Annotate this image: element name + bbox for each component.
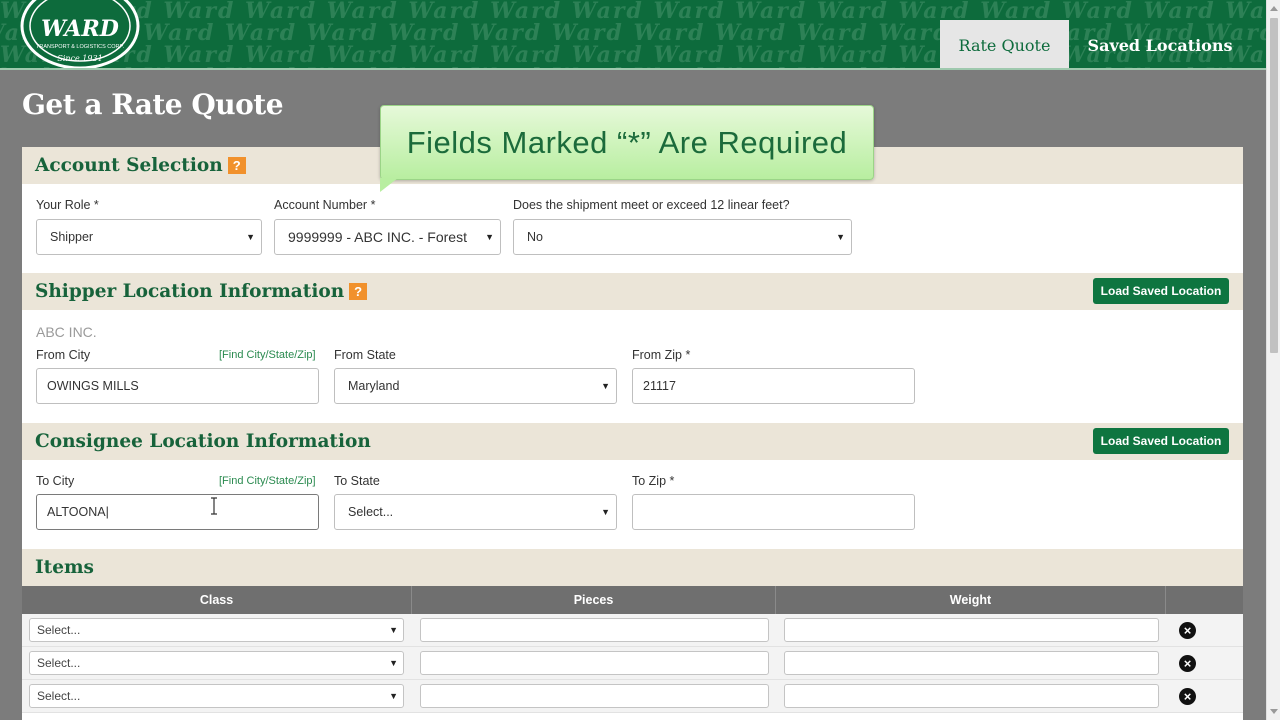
items-header: Items bbox=[22, 549, 1243, 586]
from-city-input[interactable]: OWINGS MILLS bbox=[36, 368, 319, 404]
weight-input[interactable] bbox=[784, 684, 1159, 708]
header-pattern-line: Ward Ward Ward Ward Ward Ward Ward Ward … bbox=[0, 42, 1266, 68]
weight-input[interactable] bbox=[784, 618, 1159, 642]
site-header: Ward Ward Ward Ward Ward Ward Ward Ward … bbox=[0, 0, 1266, 70]
shipper-location-title: Shipper Location Information ? bbox=[35, 281, 368, 302]
consignee-location-header: Consignee Location Information Load Save… bbox=[22, 423, 1243, 460]
weight-input[interactable] bbox=[784, 651, 1159, 675]
shipper-load-saved-location-button[interactable]: Load Saved Location bbox=[1093, 278, 1229, 304]
from-state-value: Maryland bbox=[348, 379, 400, 393]
rate-quote-form: Account Selection ? Your Role * Shipper … bbox=[22, 147, 1243, 720]
role-select[interactable]: Shipper ▼ bbox=[36, 219, 262, 255]
column-header-class: Class bbox=[22, 586, 412, 614]
table-row: Select... ▼ × bbox=[22, 614, 1243, 647]
tab-saved-locations[interactable]: Saved Locations bbox=[1080, 20, 1240, 70]
account-number-value: 9999999 - ABC INC. - Forest bbox=[288, 229, 467, 245]
caret-down-icon: ▼ bbox=[485, 232, 494, 242]
from-zip-label: From Zip * bbox=[632, 348, 691, 362]
pieces-input[interactable] bbox=[420, 684, 769, 708]
class-value: Select... bbox=[37, 623, 81, 637]
to-zip-input[interactable] bbox=[632, 494, 915, 530]
help-icon[interactable]: ? bbox=[349, 283, 368, 300]
column-header-pieces: Pieces bbox=[412, 586, 776, 614]
text-cursor-icon bbox=[211, 497, 217, 515]
to-city-input[interactable]: ALTOONA| bbox=[36, 494, 319, 530]
class-select[interactable]: Select... ▼ bbox=[29, 684, 404, 708]
linear-feet-value: No bbox=[527, 230, 543, 244]
account-number-label: Account Number * bbox=[274, 198, 376, 212]
logo-name: WARD bbox=[41, 16, 119, 42]
consignee-find-city-link[interactable]: [Find City/State/Zip] bbox=[219, 475, 316, 487]
to-state-label: To State bbox=[334, 474, 380, 488]
header-pattern-line: Ward Ward Ward Ward Ward Ward Ward Ward … bbox=[0, 20, 1266, 46]
shipper-company-name: ABC INC. bbox=[36, 324, 97, 340]
account-selection-title: Account Selection ? bbox=[35, 155, 246, 176]
scroll-thumb[interactable] bbox=[1270, 18, 1278, 353]
scroll-up-arrow-icon[interactable] bbox=[1270, 6, 1278, 11]
page-title: Get a Rate Quote bbox=[22, 88, 284, 121]
consignee-load-saved-location-button[interactable]: Load Saved Location bbox=[1093, 428, 1229, 454]
role-label: Your Role * bbox=[36, 198, 99, 212]
page-scrollbar[interactable] bbox=[1266, 0, 1280, 720]
required-fields-tooltip: Fields Marked “*” Are Required bbox=[380, 105, 874, 180]
table-row: Select... ▼ × bbox=[22, 680, 1243, 713]
section-title-text: Items bbox=[35, 557, 94, 578]
header-pattern: Ward Ward Ward Ward Ward Ward Ward Ward … bbox=[0, 0, 1266, 70]
section-title-text: Account Selection bbox=[35, 155, 223, 176]
role-value: Shipper bbox=[50, 230, 94, 244]
table-row: Select... ▼ × bbox=[22, 647, 1243, 680]
to-city-value: ALTOONA| bbox=[47, 505, 109, 519]
to-city-label: To City bbox=[36, 474, 75, 488]
section-title-text: Consignee Location Information bbox=[35, 431, 371, 452]
to-state-value: Select... bbox=[348, 505, 394, 519]
to-state-select[interactable]: Select... ▼ bbox=[334, 494, 617, 530]
linear-feet-select[interactable]: No ▼ bbox=[513, 219, 852, 255]
help-icon[interactable]: ? bbox=[227, 157, 246, 174]
class-value: Select... bbox=[37, 689, 81, 703]
header-divider bbox=[0, 68, 1266, 70]
class-select[interactable]: Select... ▼ bbox=[29, 618, 404, 642]
caret-down-icon: ▼ bbox=[836, 232, 845, 242]
ward-logo[interactable]: WARD TRANSPORT & LOGISTICS CORP. Since 1… bbox=[20, 0, 140, 70]
tooltip-pointer bbox=[380, 178, 398, 192]
scroll-down-arrow-icon[interactable] bbox=[1270, 709, 1278, 714]
pieces-input[interactable] bbox=[420, 618, 769, 642]
shipper-find-city-link[interactable]: [Find City/State/Zip] bbox=[219, 349, 316, 361]
remove-circle-icon[interactable]: × bbox=[1179, 655, 1196, 672]
caret-down-icon: ▼ bbox=[246, 232, 255, 242]
linear-feet-label: Does the shipment meet or exceed 12 line… bbox=[513, 198, 790, 212]
items-table-header: Class Pieces Weight bbox=[22, 586, 1243, 614]
shipper-location-header: Shipper Location Information ? Load Save… bbox=[22, 273, 1243, 310]
header-pattern-line: Ward Ward Ward Ward Ward Ward Ward Ward … bbox=[0, 0, 1266, 24]
class-value: Select... bbox=[37, 656, 81, 670]
logo-since: Since 1931 bbox=[57, 54, 102, 63]
caret-down-icon: ▼ bbox=[389, 691, 398, 701]
items-title: Items bbox=[35, 557, 94, 578]
account-number-select[interactable]: 9999999 - ABC INC. - Forest ▼ bbox=[274, 219, 501, 255]
logo-subtitle: TRANSPORT & LOGISTICS CORP. bbox=[36, 44, 124, 50]
tab-rate-quote[interactable]: Rate Quote bbox=[940, 20, 1069, 70]
to-zip-label: To Zip * bbox=[632, 474, 675, 488]
from-city-label: From City bbox=[36, 348, 91, 362]
from-state-label: From State bbox=[334, 348, 396, 362]
section-title-text: Shipper Location Information bbox=[35, 281, 345, 302]
from-city-value: OWINGS MILLS bbox=[47, 379, 139, 393]
from-state-select[interactable]: Maryland ▼ bbox=[334, 368, 617, 404]
from-zip-value: 21117 bbox=[643, 379, 676, 393]
remove-circle-icon[interactable]: × bbox=[1179, 622, 1196, 639]
column-header-weight: Weight bbox=[776, 586, 1166, 614]
class-select[interactable]: Select... ▼ bbox=[29, 651, 404, 675]
remove-circle-icon[interactable]: × bbox=[1179, 688, 1196, 705]
consignee-location-title: Consignee Location Information bbox=[35, 431, 371, 452]
from-zip-input[interactable]: 21117 bbox=[632, 368, 915, 404]
pieces-input[interactable] bbox=[420, 651, 769, 675]
caret-down-icon: ▼ bbox=[601, 381, 610, 391]
caret-down-icon: ▼ bbox=[389, 658, 398, 668]
caret-down-icon: ▼ bbox=[601, 507, 610, 517]
caret-down-icon: ▼ bbox=[389, 625, 398, 635]
